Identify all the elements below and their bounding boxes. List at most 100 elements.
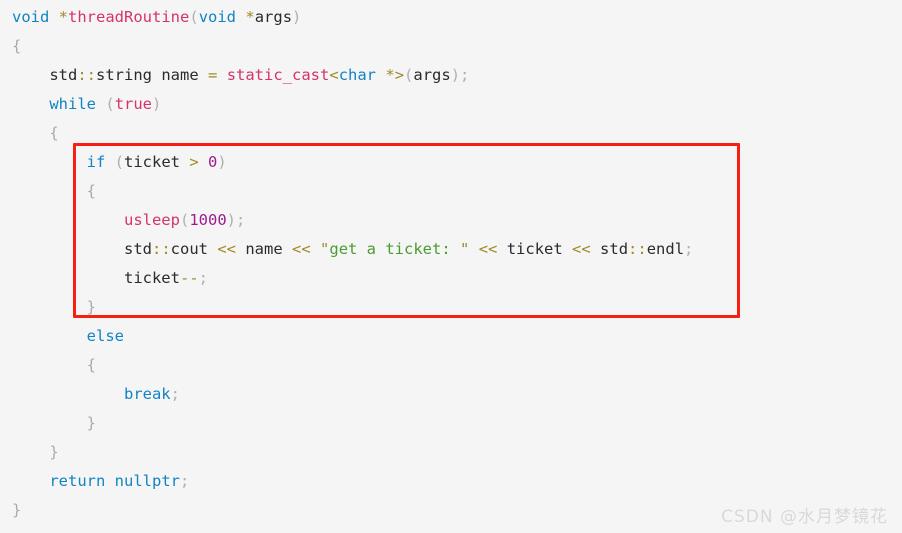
code-token: :: [77, 66, 96, 84]
code-token: ; [180, 472, 190, 490]
code-token: usleep [123, 211, 180, 229]
code-line: { [0, 177, 902, 206]
code-token: :: [151, 240, 171, 258]
code-token: ticket [497, 240, 573, 258]
code-token: std [49, 66, 78, 84]
code-token: name [236, 240, 292, 258]
code-token: return [49, 472, 106, 490]
code-line: else [0, 322, 902, 351]
code-token: args [413, 66, 451, 84]
code-token: endl [646, 240, 685, 258]
code-token: :: [628, 240, 647, 258]
code-line: } [0, 438, 902, 467]
code-line: if (ticket > 0) [0, 148, 902, 177]
code-token: ; [236, 211, 246, 229]
code-token: break [123, 385, 171, 403]
code-token: } [12, 501, 22, 519]
code-token: " [460, 240, 470, 258]
code-token: { [86, 182, 96, 200]
code-token: " [320, 240, 330, 258]
code-line: while (true) [0, 90, 902, 119]
code-token: void [12, 8, 50, 26]
code-token: 1000 [189, 211, 227, 229]
code-token: name [152, 66, 208, 84]
code-line: break; [0, 380, 902, 409]
code-token: ; [170, 385, 180, 403]
code-token: threadRoutine [68, 8, 190, 26]
code-token: ) [217, 153, 227, 171]
code-token: ) [152, 95, 162, 113]
code-token: > [189, 153, 199, 171]
code-token: } [49, 443, 59, 461]
code-token: args [254, 8, 293, 26]
code-token: ( [404, 66, 414, 84]
code-token: * [245, 8, 255, 26]
code-token: } [86, 298, 96, 316]
code-token: std [600, 240, 629, 258]
code-token: ( [114, 153, 125, 171]
code-line: return nullptr; [0, 467, 902, 496]
csdn-watermark: CSDN @水月梦镜花 [721, 507, 888, 527]
code-line: usleep(1000); [0, 206, 902, 235]
code-token: get a ticket: [329, 240, 461, 258]
code-token: true [114, 95, 153, 113]
code-line: } [0, 409, 902, 438]
code-block[interactable]: void *threadRoutine(void *args){ std::st… [0, 0, 902, 525]
code-token: < [329, 66, 339, 84]
code-token: ( [105, 95, 115, 113]
code-token: << [572, 240, 591, 258]
code-token: 0 [208, 153, 218, 171]
code-token: ( [189, 8, 199, 26]
code-line: ticket--; [0, 264, 902, 293]
code-token: << [217, 240, 236, 258]
code-line: { [0, 119, 902, 148]
code-token: cout [170, 240, 208, 258]
code-token: ticket [124, 153, 181, 171]
code-token: { [12, 37, 22, 55]
code-token: { [86, 356, 96, 374]
code-token: { [49, 124, 59, 142]
code-line: } [0, 293, 902, 322]
code-line: std::cout << name << "get a ticket: " <<… [0, 235, 902, 264]
code-token: std [123, 240, 152, 258]
code-token: char [338, 66, 377, 84]
code-token: *> [385, 66, 405, 84]
code-line: std::string name = static_cast<char *>(a… [0, 61, 902, 90]
code-token: while [49, 95, 96, 113]
code-token: static_cast [226, 66, 330, 84]
code-token: string [96, 66, 152, 84]
code-token: ; [198, 269, 208, 287]
code-line: { [0, 351, 902, 380]
code-token: * [58, 8, 69, 26]
code-token: ) [226, 211, 236, 229]
code-token: nullptr [114, 472, 180, 490]
code-token: -- [179, 269, 199, 287]
